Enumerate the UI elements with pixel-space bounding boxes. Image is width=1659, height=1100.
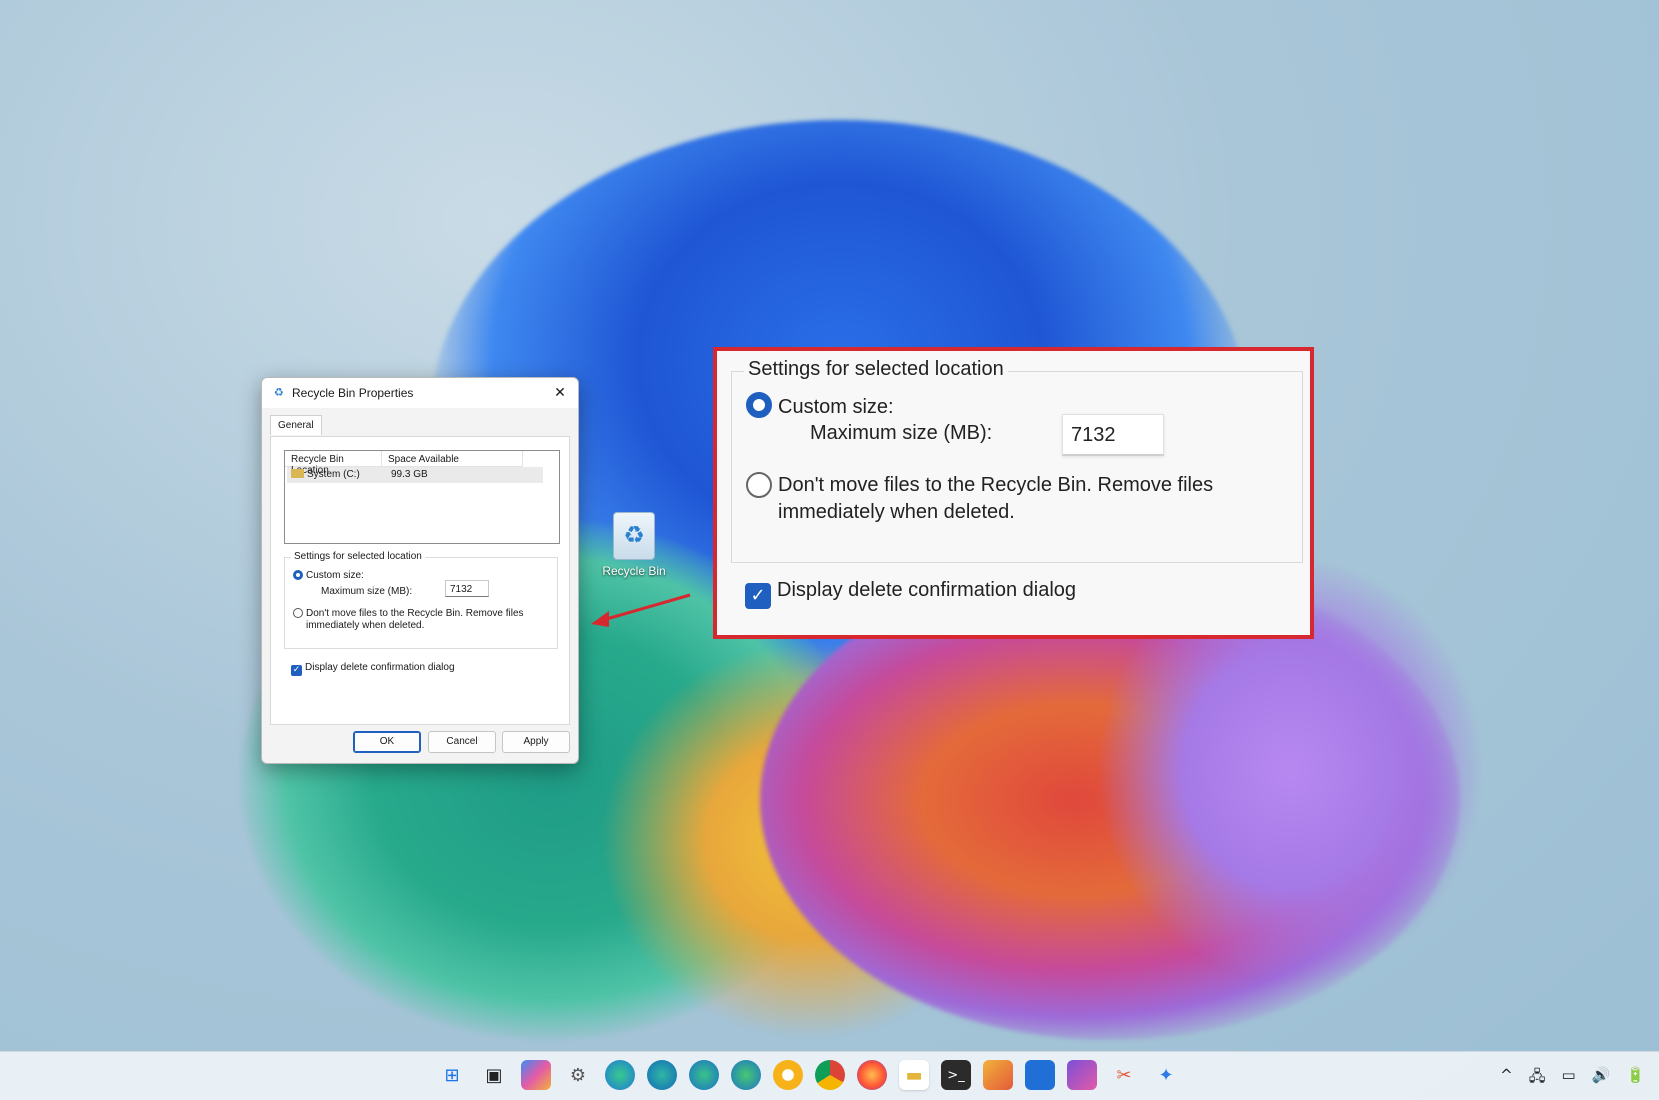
callout-arrow (591, 593, 691, 627)
edge-dev-icon[interactable] (731, 1060, 761, 1090)
settings-icon[interactable]: ⚙ (563, 1060, 593, 1090)
dont-move-radio[interactable] (293, 608, 303, 618)
zoom-confirm-option: ✓ Display delete confirmation dialog (745, 579, 1076, 609)
list-row-system[interactable]: System (C:) 99.3 GB (287, 467, 543, 483)
location-cell: System (C:) (307, 469, 360, 480)
recycle-bin-label: Recycle Bin (602, 564, 666, 578)
confirm-checkbox[interactable]: ✓ (291, 665, 302, 676)
network-icon[interactable]: 🖧 (1529, 1066, 1546, 1091)
file-explorer-icon[interactable]: ▬ (899, 1060, 929, 1090)
custom-size-option[interactable]: Custom size: (293, 570, 364, 581)
location-list[interactable]: Recycle Bin Location Space Available Sys… (284, 450, 560, 544)
dont-move-label-line1: Don't move files to the Recycle Bin. Rem… (306, 608, 524, 619)
zoom-confirm-label: Display delete confirmation dialog (777, 579, 1077, 601)
zoom-dont-move-line1: Don't move files to the Recycle Bin. Rem… (778, 474, 1214, 496)
zoom-confirm-checkbox: ✓ (745, 583, 771, 609)
terminal-icon[interactable]: >_ (941, 1060, 971, 1090)
general-panel: Recycle Bin Location Space Available Sys… (270, 436, 570, 725)
desktop-recycle-bin[interactable]: Recycle Bin (598, 512, 670, 578)
start-icon[interactable]: ⊞ (437, 1060, 467, 1090)
dont-move-label-line2: immediately when deleted. (306, 620, 425, 631)
custom-size-radio[interactable] (293, 570, 303, 580)
custom-size-label: Custom size: (306, 570, 364, 581)
tray-chevron-icon[interactable]: ^ (1500, 1066, 1513, 1091)
taskbar-pinned-apps: ⊞ ▣ ⚙ ▬ >_ ✂ ✦ (437, 1060, 1181, 1090)
column-header-space[interactable]: Space Available (382, 451, 523, 467)
display-icon[interactable]: ▭ (1561, 1066, 1575, 1091)
edge-canary-icon[interactable] (647, 1060, 677, 1090)
max-size-label: Maximum size (MB): (321, 586, 413, 597)
drive-folder-icon (291, 469, 304, 478)
tab-bar: General (270, 415, 322, 435)
firefox-icon[interactable] (857, 1060, 887, 1090)
tab-general[interactable]: General (270, 415, 322, 435)
column-header-location[interactable]: Recycle Bin Location (285, 451, 382, 476)
battery-icon[interactable]: 🔋 (1626, 1066, 1645, 1091)
dev-home-icon[interactable] (1067, 1060, 1097, 1090)
volume-icon[interactable]: 🔊 (1592, 1066, 1611, 1091)
edge-beta-icon[interactable] (689, 1060, 719, 1090)
dialog-title-bar[interactable]: ♻ Recycle Bin Properties ✕ (262, 378, 578, 408)
ok-button[interactable]: OK (353, 731, 421, 753)
settings-group: Settings for selected location Custom si… (284, 551, 558, 649)
paint-icon[interactable] (983, 1060, 1013, 1090)
zoom-group-label: Settings for selected location (744, 358, 1008, 381)
zoom-custom-size-radio (746, 392, 772, 418)
zoom-dont-move-option: Don't move files to the Recycle Bin. Rem… (746, 472, 1258, 526)
zoom-max-size-value: 7132 (1062, 414, 1164, 456)
list-header: Recycle Bin Location Space Available (285, 451, 559, 476)
copilot-sparkle-icon[interactable]: ✦ (1151, 1060, 1181, 1090)
dont-move-option[interactable]: Don't move files to the Recycle Bin. Rem… (293, 608, 543, 632)
recycle-bin-icon: ♻ (274, 386, 284, 399)
zoom-dont-move-line2: immediately when deleted. (778, 501, 1015, 523)
space-cell: 99.3 GB (391, 469, 428, 480)
edge-icon[interactable] (605, 1060, 635, 1090)
zoom-custom-size-option: Custom size: (746, 392, 894, 419)
zoom-custom-size-label: Custom size: (778, 396, 894, 418)
system-tray: ^ 🖧 ▭ 🔊 🔋 (1500, 1066, 1645, 1091)
dialog-buttons: OK Cancel Apply (262, 731, 578, 755)
chrome-icon[interactable] (815, 1060, 845, 1090)
confirm-dialog-option[interactable]: ✓ Display delete confirmation dialog (291, 662, 455, 676)
close-icon[interactable]: ✕ (550, 383, 570, 403)
apply-button[interactable]: Apply (502, 731, 570, 753)
zoom-callout: Settings for selected location Custom si… (713, 347, 1314, 639)
cancel-button[interactable]: Cancel (428, 731, 496, 753)
notepad-icon[interactable] (1025, 1060, 1055, 1090)
snipping-tool-icon[interactable]: ✂ (1109, 1060, 1139, 1090)
dialog-title: Recycle Bin Properties (292, 386, 414, 400)
zoom-dont-move-radio (746, 472, 772, 498)
max-size-input[interactable]: 7132 (445, 580, 489, 597)
chrome-canary-icon[interactable] (773, 1060, 803, 1090)
recycle-bin-properties-dialog: ♻ Recycle Bin Properties ✕ General Recyc… (261, 377, 579, 764)
recycle-bin-icon (613, 512, 655, 560)
zoom-max-size-label: Maximum size (MB): (810, 422, 993, 444)
taskbar: ⊞ ▣ ⚙ ▬ >_ ✂ ✦ ^ 🖧 ▭ 🔊 🔋 (0, 1051, 1659, 1100)
copilot-icon[interactable] (521, 1060, 551, 1090)
group-label: Settings for selected location (291, 551, 425, 562)
zoom-settings-group: Settings for selected location Custom si… (731, 358, 1303, 563)
confirm-label: Display delete confirmation dialog (305, 662, 455, 673)
task-view-icon[interactable]: ▣ (479, 1060, 509, 1090)
